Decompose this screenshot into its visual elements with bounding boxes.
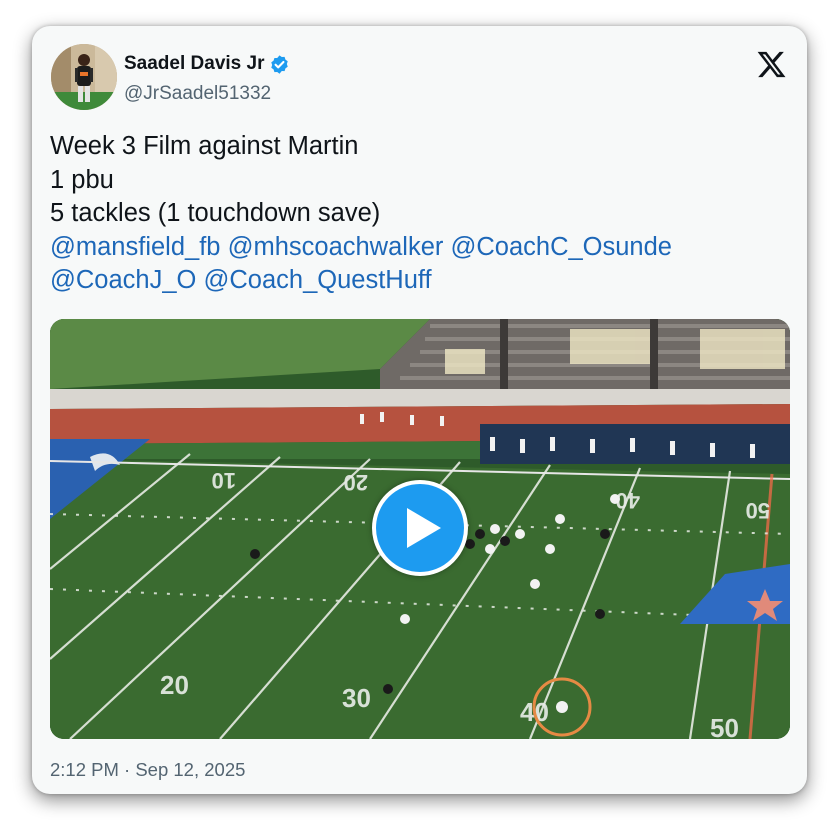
tweet-line: Week 3 Film against Martin: [50, 132, 359, 160]
tweet-timestamp[interactable]: 2:12 PM · Sep 12, 2025: [50, 759, 245, 781]
field-number: 30: [342, 683, 371, 713]
author-name[interactable]: Saadel Davis Jr: [124, 53, 264, 75]
field-number: 50: [710, 713, 739, 739]
tweet-line: 5 tackles (1 touchdown save): [50, 199, 381, 227]
mention-link[interactable]: @CoachJ_O: [50, 266, 196, 294]
mention-link[interactable]: @Coach_QuestHuff: [203, 266, 431, 294]
tweet-line: 1 pbu: [50, 165, 114, 194]
author-handle[interactable]: @JrSaadel51332: [124, 83, 271, 105]
field-number: 50: [746, 498, 770, 523]
mention-link[interactable]: @mansfield_fb: [50, 233, 220, 261]
tweet-card: Saadel Davis Jr @JrSaadel51332 Week 3 Fi…: [32, 26, 807, 794]
mentions-line: @mansfield_fb @mhscoachwalker @CoachC_Os…: [50, 231, 790, 265]
mentions-line: @CoachJ_O @Coach_QuestHuff: [50, 264, 790, 298]
play-button[interactable]: [372, 480, 468, 576]
field-number: 10: [212, 468, 236, 493]
author-name-row[interactable]: Saadel Davis Jr: [124, 53, 290, 75]
x-logo-icon[interactable]: [756, 49, 787, 80]
mention-link[interactable]: @mhscoachwalker: [228, 233, 444, 261]
tweet-text: Week 3 Film against Martin 1 pbu 5 tackl…: [50, 130, 790, 298]
mention-link[interactable]: @CoachC_Osunde: [450, 233, 672, 261]
avatar[interactable]: [51, 44, 117, 110]
play-icon: [407, 508, 441, 548]
video-player[interactable]: 10 20 20 30 40 40 50 50: [50, 319, 790, 739]
field-number: 20: [344, 470, 368, 495]
verified-badge-icon: [269, 54, 290, 75]
field-number: 20: [160, 670, 189, 700]
